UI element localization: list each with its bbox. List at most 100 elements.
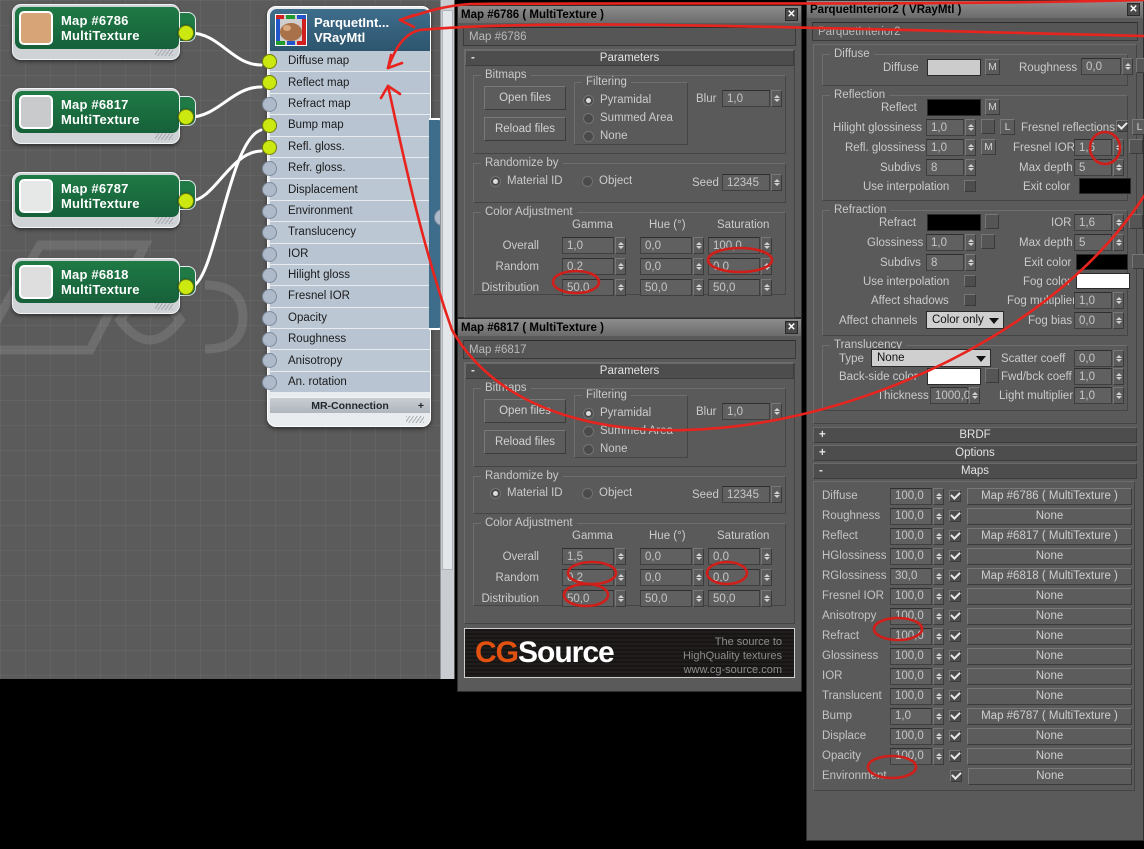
color-adjustment-spinner[interactable]: 0,0: [640, 548, 704, 565]
color-adjustment-spinner-arrows[interactable]: [615, 548, 626, 565]
color-adjustment-spinner[interactable]: 0,0: [708, 569, 772, 586]
map-node[interactable]: Map #6786MultiTexture: [12, 4, 180, 60]
map-amount-spinner-arrows[interactable]: [933, 748, 944, 765]
map-slot-button[interactable]: None: [967, 728, 1132, 745]
refraction-max-depth-value[interactable]: 5: [1074, 234, 1112, 251]
color-adjustment-value[interactable]: 1,5: [562, 548, 614, 565]
fog-color-swatch[interactable]: [1076, 273, 1130, 289]
map-slot-button[interactable]: Map #6786 ( MultiTexture ): [967, 488, 1132, 505]
vraymtl-slot-row[interactable]: Refl. gloss.: [270, 137, 430, 158]
map-amount-spinner[interactable]: 100,0: [890, 648, 944, 665]
blur-spinner-arrows[interactable]: [771, 403, 782, 420]
map-amount-spinner-arrows[interactable]: [933, 528, 944, 545]
map-enable-checkbox[interactable]: [949, 750, 961, 762]
refraction-ior-spinner[interactable]: 1,6: [1074, 214, 1124, 231]
map-amount-spinner[interactable]: 100,0: [890, 748, 944, 765]
rollout-toggle-icon[interactable]: -: [819, 465, 823, 477]
refl-glossiness-map-button[interactable]: M: [981, 139, 996, 155]
color-adjustment-value[interactable]: 0,0: [640, 258, 692, 275]
node-resize-grip[interactable]: [155, 217, 173, 224]
map-amount-spinner-arrows[interactable]: [933, 588, 944, 605]
map-6786-parameters-header[interactable]: - Parameters: [465, 50, 794, 66]
vraymtl-input-socket[interactable]: [262, 247, 277, 262]
map-amount-value[interactable]: 100,0: [890, 588, 932, 605]
thickness-spinner-arrows[interactable]: [969, 387, 980, 404]
roughness-spinner-arrows[interactable]: [1122, 58, 1133, 75]
map-amount-spinner-arrows[interactable]: [933, 568, 944, 585]
thickness-spinner[interactable]: 1000,0: [930, 387, 980, 404]
vraymtl-slot-row[interactable]: Refr. gloss.: [270, 158, 430, 179]
map-6786-name-field[interactable]: Map #6786: [463, 27, 796, 46]
color-adjustment-spinner[interactable]: 1,0: [562, 237, 626, 254]
refraction-glossiness-value[interactable]: 1,0: [926, 234, 964, 251]
map-6817-parameters-header[interactable]: - Parameters: [465, 363, 794, 379]
fog-multiplier-value[interactable]: 1,0: [1074, 292, 1112, 309]
vraymtl-slot-row[interactable]: Environment: [270, 201, 430, 222]
map-node-output-socket[interactable]: [178, 25, 194, 41]
vraymtl-input-socket[interactable]: [262, 54, 277, 69]
refraction-ior-value[interactable]: 1,6: [1074, 214, 1112, 231]
color-adjustment-spinner[interactable]: 0,0: [640, 237, 704, 254]
vraymtl-input-socket[interactable]: [262, 140, 277, 155]
vraymtl-slot-row[interactable]: Refract map: [270, 94, 430, 115]
map-node-output-socket[interactable]: [178, 109, 194, 125]
node-resize-grip[interactable]: [406, 416, 424, 423]
map-enable-checkbox[interactable]: [949, 530, 961, 542]
slate-material-node-editor[interactable]: Map #6786MultiTextureMap #6817MultiTextu…: [0, 0, 455, 679]
map-enable-checkbox[interactable]: [949, 550, 961, 562]
randomize-material-id-option[interactable]: Material ID: [490, 175, 563, 187]
node-resize-grip[interactable]: [155, 49, 173, 56]
map-amount-value[interactable]: 100,0: [890, 688, 932, 705]
vraymtl-input-socket[interactable]: [262, 311, 277, 326]
map-slot-button[interactable]: None: [968, 768, 1132, 785]
refraction-glossiness-spinner-arrows[interactable]: [965, 234, 976, 251]
map-amount-spinner-arrows[interactable]: [933, 548, 944, 565]
light-multiplier-spinner-arrows[interactable]: [1113, 387, 1124, 404]
fresnel-ior-value[interactable]: 1,6: [1074, 139, 1112, 156]
color-adjustment-value[interactable]: 1,0: [562, 237, 614, 254]
diffuse-color-swatch[interactable]: [927, 59, 981, 76]
refraction-max-depth-spinner-arrows[interactable]: [1113, 234, 1124, 251]
vraymtl-input-socket[interactable]: [262, 332, 277, 347]
filter-option-summed-area[interactable]: Summed Area: [583, 422, 673, 440]
vraymtl-slot-row[interactable]: Displacement: [270, 179, 430, 200]
close-icon[interactable]: ✕: [785, 8, 798, 21]
filter-option-summed-area[interactable]: Summed Area: [583, 109, 673, 127]
map-6817-window[interactable]: Map #6817 ( MultiTexture ) ✕ Map #6817 -…: [457, 318, 802, 692]
map-slot-button[interactable]: None: [967, 608, 1132, 625]
color-adjustment-value[interactable]: 50,0: [562, 279, 614, 296]
seed-spinner-6817[interactable]: 12345: [722, 486, 782, 503]
refraction-exit-color-swatch[interactable]: [1076, 254, 1128, 270]
map-node-body[interactable]: Map #6786MultiTexture: [15, 7, 179, 49]
randomize-object-option[interactable]: Object: [582, 175, 632, 187]
reflection-subdivs-spinner-arrows[interactable]: [965, 159, 976, 176]
material-panel-titlebar[interactable]: ParquetInterior2 ( VRayMtl ) ✕: [807, 1, 1143, 18]
color-adjustment-spinner[interactable]: 50,0: [562, 590, 626, 607]
material-name-field[interactable]: ParquetInterior2: [812, 22, 1138, 41]
color-adjustment-spinner-arrows[interactable]: [761, 569, 772, 586]
map-node[interactable]: Map #6818MultiTexture: [12, 258, 180, 314]
chevron-down-icon[interactable]: [989, 318, 999, 324]
map-amount-spinner[interactable]: 100,0: [890, 488, 944, 505]
fog-bias-spinner[interactable]: 0,0: [1074, 312, 1124, 329]
map-amount-value[interactable]: 100,0: [890, 628, 932, 645]
refl-glossiness-spinner-arrows[interactable]: [965, 139, 976, 156]
map-enable-checkbox[interactable]: [949, 610, 961, 622]
reload-files-button[interactable]: Reload files: [484, 117, 566, 141]
filter-option-pyramidal[interactable]: Pyramidal: [583, 404, 673, 422]
rollout-toggle-icon[interactable]: -: [471, 52, 475, 64]
radio-none[interactable]: [583, 131, 594, 142]
color-adjustment-value[interactable]: 50,0: [708, 279, 760, 296]
randomize-material-id-option[interactable]: Material ID: [490, 487, 563, 499]
map-6817-name-field[interactable]: Map #6817: [463, 340, 796, 359]
vraymtl-input-socket[interactable]: [262, 161, 277, 176]
map-enable-checkbox[interactable]: [949, 730, 961, 742]
map-amount-spinner[interactable]: 100,0: [890, 688, 944, 705]
vraymtl-slot-row[interactable]: Bump map: [270, 115, 430, 136]
fresnel-lock-button[interactable]: L: [1132, 119, 1144, 135]
color-adjustment-spinner[interactable]: 50,0: [708, 590, 772, 607]
scatter-coeff-spinner[interactable]: 0,0: [1074, 350, 1124, 367]
blur-spinner-arrows[interactable]: [771, 90, 782, 107]
map-6786-window[interactable]: Map #6786 ( MultiTexture ) ✕ Map #6786 -…: [457, 5, 802, 318]
diffuse-map-button[interactable]: M: [985, 59, 1000, 75]
